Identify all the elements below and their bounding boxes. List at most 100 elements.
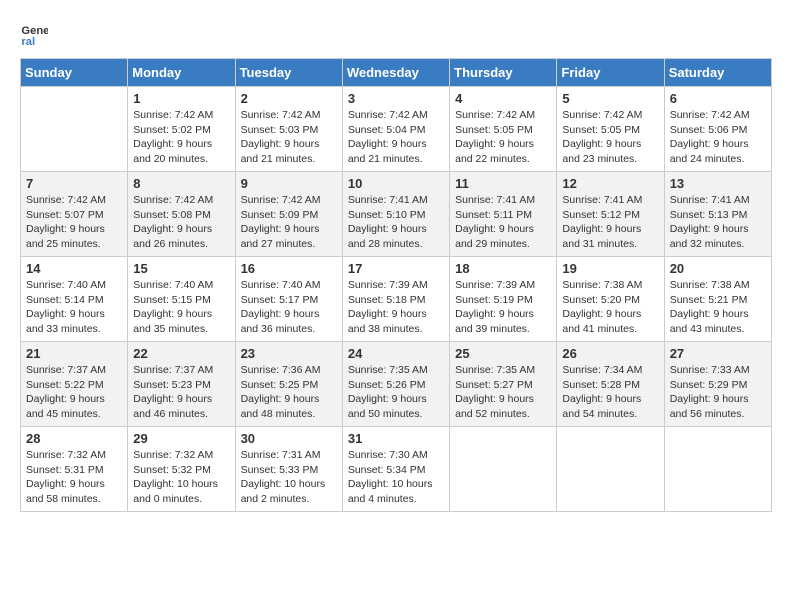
calendar-cell: 15 Sunrise: 7:40 AM Sunset: 5:15 PM Dayli…	[128, 257, 235, 342]
day-info: Sunrise: 7:39 AM Sunset: 5:18 PM Dayligh…	[348, 278, 444, 337]
column-header-thursday: Thursday	[450, 59, 557, 87]
day-number: 6	[670, 91, 766, 106]
calendar-cell: 29 Sunrise: 7:32 AM Sunset: 5:32 PM Dayli…	[128, 427, 235, 512]
day-number: 21	[26, 346, 122, 361]
day-number: 3	[348, 91, 444, 106]
day-number: 1	[133, 91, 229, 106]
day-info: Sunrise: 7:36 AM Sunset: 5:25 PM Dayligh…	[241, 363, 337, 422]
day-number: 16	[241, 261, 337, 276]
calendar-cell: 26 Sunrise: 7:34 AM Sunset: 5:28 PM Dayli…	[557, 342, 664, 427]
calendar-cell: 31 Sunrise: 7:30 AM Sunset: 5:34 PM Dayli…	[342, 427, 449, 512]
day-number: 4	[455, 91, 551, 106]
day-number: 8	[133, 176, 229, 191]
calendar-cell: 8 Sunrise: 7:42 AM Sunset: 5:08 PM Daylig…	[128, 172, 235, 257]
calendar-cell: 23 Sunrise: 7:36 AM Sunset: 5:25 PM Dayli…	[235, 342, 342, 427]
calendar-cell: 16Sunrise: 7:40 AM Sunset: 5:17 PM Dayli…	[235, 257, 342, 342]
day-number: 28	[26, 431, 122, 446]
calendar-cell: 2 Sunrise: 7:42 AM Sunset: 5:03 PM Daylig…	[235, 87, 342, 172]
column-header-tuesday: Tuesday	[235, 59, 342, 87]
day-info: Sunrise: 7:37 AM Sunset: 5:22 PM Dayligh…	[26, 363, 122, 422]
calendar-header-row: SundayMondayTuesdayWednesdayThursdayFrid…	[21, 59, 772, 87]
day-info: Sunrise: 7:42 AM Sunset: 5:02 PM Dayligh…	[133, 108, 229, 167]
day-number: 2	[241, 91, 337, 106]
day-info: Sunrise: 7:34 AM Sunset: 5:28 PM Dayligh…	[562, 363, 658, 422]
day-number: 13	[670, 176, 766, 191]
day-number: 23	[241, 346, 337, 361]
calendar-cell	[21, 87, 128, 172]
calendar-cell: 22Sunrise: 7:37 AM Sunset: 5:23 PM Dayli…	[128, 342, 235, 427]
day-info: Sunrise: 7:38 AM Sunset: 5:21 PM Dayligh…	[670, 278, 766, 337]
day-number: 9	[241, 176, 337, 191]
column-header-wednesday: Wednesday	[342, 59, 449, 87]
calendar-cell: 17 Sunrise: 7:39 AM Sunset: 5:18 PM Dayli…	[342, 257, 449, 342]
day-info: Sunrise: 7:30 AM Sunset: 5:34 PM Dayligh…	[348, 448, 444, 507]
day-number: 29	[133, 431, 229, 446]
calendar-cell: 3 Sunrise: 7:42 AM Sunset: 5:04 PM Daylig…	[342, 87, 449, 172]
calendar-week-row: 21 Sunrise: 7:37 AM Sunset: 5:22 PM Dayli…	[21, 342, 772, 427]
day-info: Sunrise: 7:41 AM Sunset: 5:10 PM Dayligh…	[348, 193, 444, 252]
day-number: 17	[348, 261, 444, 276]
header: Gene ral	[20, 20, 772, 48]
day-info: Sunrise: 7:32 AM Sunset: 5:32 PM Dayligh…	[133, 448, 229, 507]
calendar-cell: 12 Sunrise: 7:41 AM Sunset: 5:12 PM Dayli…	[557, 172, 664, 257]
calendar-cell: 13 Sunrise: 7:41 AM Sunset: 5:13 PM Dayli…	[664, 172, 771, 257]
calendar-cell: 14Sunrise: 7:40 AM Sunset: 5:14 PM Dayli…	[21, 257, 128, 342]
day-number: 20	[670, 261, 766, 276]
calendar-cell: 4Sunrise: 7:42 AM Sunset: 5:05 PM Daylig…	[450, 87, 557, 172]
day-number: 15	[133, 261, 229, 276]
day-info: Sunrise: 7:42 AM Sunset: 5:09 PM Dayligh…	[241, 193, 337, 252]
day-number: 19	[562, 261, 658, 276]
calendar-cell	[450, 427, 557, 512]
day-info: Sunrise: 7:35 AM Sunset: 5:26 PM Dayligh…	[348, 363, 444, 422]
day-info: Sunrise: 7:42 AM Sunset: 5:05 PM Dayligh…	[562, 108, 658, 167]
calendar-cell	[664, 427, 771, 512]
day-number: 18	[455, 261, 551, 276]
day-number: 26	[562, 346, 658, 361]
calendar-cell: 20 Sunrise: 7:38 AM Sunset: 5:21 PM Dayli…	[664, 257, 771, 342]
calendar-cell: 10 Sunrise: 7:41 AM Sunset: 5:10 PM Dayli…	[342, 172, 449, 257]
calendar-cell: 11 Sunrise: 7:41 AM Sunset: 5:11 PM Dayli…	[450, 172, 557, 257]
day-info: Sunrise: 7:42 AM Sunset: 5:04 PM Dayligh…	[348, 108, 444, 167]
calendar-cell: 25 Sunrise: 7:35 AM Sunset: 5:27 PM Dayli…	[450, 342, 557, 427]
calendar-cell: 21 Sunrise: 7:37 AM Sunset: 5:22 PM Dayli…	[21, 342, 128, 427]
day-number: 22	[133, 346, 229, 361]
day-number: 25	[455, 346, 551, 361]
calendar-cell: 27Sunrise: 7:33 AM Sunset: 5:29 PM Dayli…	[664, 342, 771, 427]
calendar-table: SundayMondayTuesdayWednesdayThursdayFrid…	[20, 58, 772, 512]
day-info: Sunrise: 7:40 AM Sunset: 5:15 PM Dayligh…	[133, 278, 229, 337]
calendar-cell: 24 Sunrise: 7:35 AM Sunset: 5:26 PM Dayli…	[342, 342, 449, 427]
column-header-monday: Monday	[128, 59, 235, 87]
day-number: 10	[348, 176, 444, 191]
day-info: Sunrise: 7:41 AM Sunset: 5:11 PM Dayligh…	[455, 193, 551, 252]
calendar-week-row: 7Sunrise: 7:42 AM Sunset: 5:07 PM Daylig…	[21, 172, 772, 257]
calendar-week-row: 1 Sunrise: 7:42 AM Sunset: 5:02 PM Daylig…	[21, 87, 772, 172]
column-header-saturday: Saturday	[664, 59, 771, 87]
day-info: Sunrise: 7:42 AM Sunset: 5:08 PM Dayligh…	[133, 193, 229, 252]
day-number: 5	[562, 91, 658, 106]
day-number: 24	[348, 346, 444, 361]
calendar-cell: 9 Sunrise: 7:42 AM Sunset: 5:09 PM Daylig…	[235, 172, 342, 257]
day-info: Sunrise: 7:40 AM Sunset: 5:14 PM Dayligh…	[26, 278, 122, 337]
day-number: 11	[455, 176, 551, 191]
calendar-cell: 28Sunrise: 7:32 AM Sunset: 5:31 PM Dayli…	[21, 427, 128, 512]
day-number: 30	[241, 431, 337, 446]
day-info: Sunrise: 7:41 AM Sunset: 5:12 PM Dayligh…	[562, 193, 658, 252]
day-info: Sunrise: 7:39 AM Sunset: 5:19 PM Dayligh…	[455, 278, 551, 337]
calendar-cell: 19Sunrise: 7:38 AM Sunset: 5:20 PM Dayli…	[557, 257, 664, 342]
day-number: 12	[562, 176, 658, 191]
day-info: Sunrise: 7:42 AM Sunset: 5:06 PM Dayligh…	[670, 108, 766, 167]
calendar-week-row: 28Sunrise: 7:32 AM Sunset: 5:31 PM Dayli…	[21, 427, 772, 512]
day-info: Sunrise: 7:33 AM Sunset: 5:29 PM Dayligh…	[670, 363, 766, 422]
day-number: 31	[348, 431, 444, 446]
svg-text:Gene: Gene	[21, 25, 48, 37]
calendar-cell: 5 Sunrise: 7:42 AM Sunset: 5:05 PM Daylig…	[557, 87, 664, 172]
day-number: 7	[26, 176, 122, 191]
day-info: Sunrise: 7:42 AM Sunset: 5:03 PM Dayligh…	[241, 108, 337, 167]
calendar-cell: 1 Sunrise: 7:42 AM Sunset: 5:02 PM Daylig…	[128, 87, 235, 172]
calendar-cell: 7Sunrise: 7:42 AM Sunset: 5:07 PM Daylig…	[21, 172, 128, 257]
day-info: Sunrise: 7:31 AM Sunset: 5:33 PM Dayligh…	[241, 448, 337, 507]
column-header-sunday: Sunday	[21, 59, 128, 87]
day-info: Sunrise: 7:41 AM Sunset: 5:13 PM Dayligh…	[670, 193, 766, 252]
logo: Gene ral	[20, 20, 52, 48]
day-info: Sunrise: 7:35 AM Sunset: 5:27 PM Dayligh…	[455, 363, 551, 422]
